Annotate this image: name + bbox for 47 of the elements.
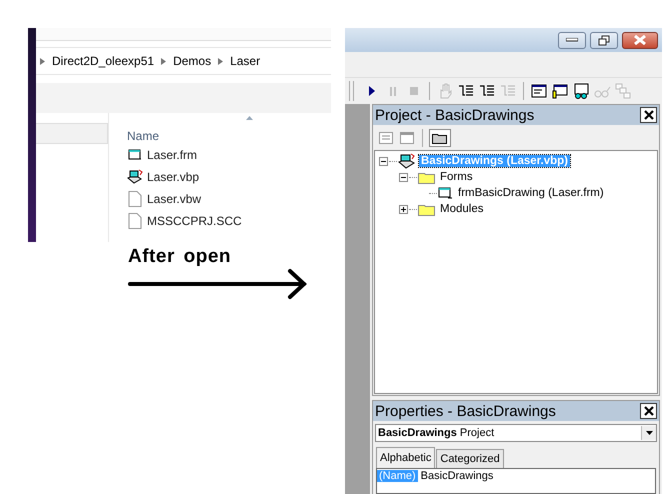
expand-toggle[interactable] [399,172,408,182]
file-item[interactable]: Laser.vbp [127,166,331,187]
props-icon[interactable] [551,82,569,100]
file-item[interactable]: Laser.frm [127,144,331,165]
chevron-icon [218,58,224,64]
tree-item[interactable]: frmBasicDrawing (Laser.frm) [456,187,606,199]
minimize-button[interactable] [558,32,586,48]
toggle-folders-button[interactable] [429,128,451,146]
chevron-icon [161,58,166,64]
folder-icon [432,132,448,144]
minimize-icon [566,38,578,42]
object-dropdown[interactable]: BasicDrawings Project [375,424,657,442]
breadcrumb-item[interactable]: Laser [229,54,262,68]
file-item[interactable]: MSSCCPRJ.SCC [127,210,331,231]
sort-arrow-icon [246,116,253,120]
annotation-caption: After open [128,246,231,268]
view-object-button[interactable] [398,130,416,146]
document-icon [127,212,143,228]
restore-button[interactable] [590,32,618,48]
breadcrumb-item[interactable]: Direct2D_oleexp51 [51,54,156,68]
document-icon [127,190,143,206]
pane-title: Project - BasicDrawings [375,106,534,124]
window-icon[interactable] [530,82,548,100]
form-icon [127,148,143,162]
close-pane-button[interactable] [640,403,657,419]
expand-toggle[interactable] [379,156,388,166]
tree-item[interactable]: Forms [438,171,475,183]
dropdown-caret-icon [646,431,652,435]
file-item[interactable]: Laser.vbw [127,188,331,209]
form-icon [438,186,453,200]
view-code-button[interactable] [377,130,395,146]
property-value[interactable]: BasicDrawings [418,470,494,482]
properties-tab[interactable]: Categorized [436,449,504,468]
project-icon [398,153,416,169]
close-button[interactable] [622,32,658,48]
project-icon [127,168,143,184]
breadcrumb-item[interactable]: Demos [172,54,212,68]
column-header[interactable]: Name [127,129,160,143]
restore-icon [598,34,610,46]
chevron-icon [40,58,45,64]
expand-toggle[interactable] [399,204,408,214]
close-icon [633,35,647,45]
close-pane-button[interactable] [640,107,657,123]
browser-icon[interactable] [572,82,590,100]
properties-tab[interactable]: Alphabetic [376,447,436,468]
pane-title: Properties - BasicDrawings [375,402,556,420]
tree-item[interactable]: Modules [438,203,486,215]
